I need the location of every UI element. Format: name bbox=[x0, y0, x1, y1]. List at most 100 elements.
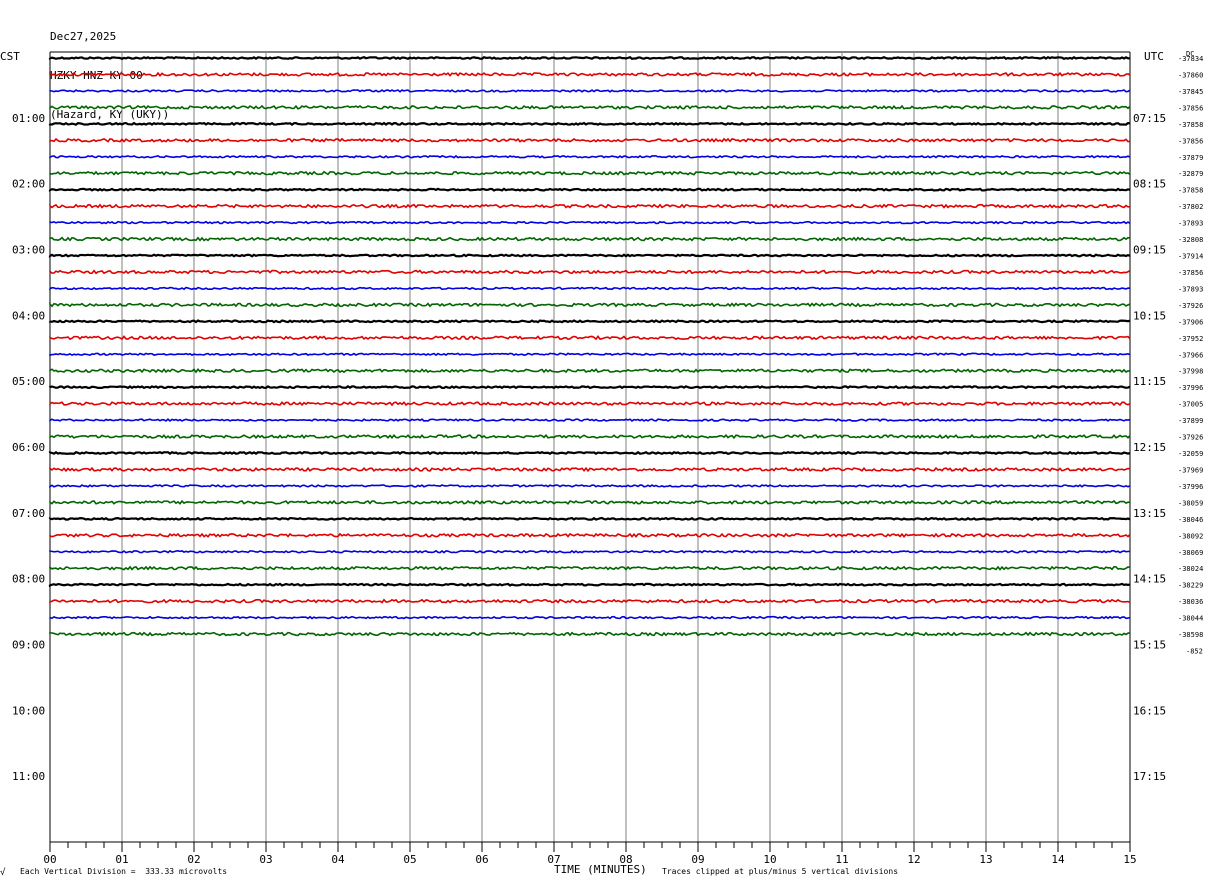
seismic-trace bbox=[49, 170, 1131, 176]
trace-offset-label: -37856 bbox=[1178, 104, 1203, 112]
seismic-trace bbox=[49, 466, 1131, 473]
left-hour-label: 05:00 bbox=[12, 375, 45, 388]
clip-note: Traces clipped at plus/minus 5 vertical … bbox=[662, 867, 899, 876]
seismic-trace bbox=[48, 516, 1131, 521]
left-hour-label: 02:00 bbox=[12, 178, 45, 191]
trace-offset-label: -38024 bbox=[1178, 565, 1203, 573]
x-tick-label: 02 bbox=[187, 853, 200, 866]
right-hour-label: 12:15 bbox=[1133, 441, 1166, 454]
x-tick-label: 10 bbox=[763, 853, 776, 866]
right-hour-label: 14:15 bbox=[1133, 573, 1166, 586]
trace-offset-label: -38598 bbox=[1178, 631, 1203, 639]
seismic-trace bbox=[49, 484, 1131, 489]
trace-offset-label: -37858 bbox=[1178, 187, 1203, 195]
seismic-trace bbox=[48, 121, 1131, 126]
left-hour-label: 10:00 bbox=[12, 704, 45, 717]
trace-offset-label: -37834 bbox=[1178, 55, 1203, 63]
trace-offset-label: -37906 bbox=[1178, 318, 1203, 326]
x-tick-label: 09 bbox=[691, 853, 704, 866]
right-hour-label: 13:15 bbox=[1133, 507, 1166, 520]
left-hour-label: 01:00 bbox=[12, 112, 45, 125]
trace-offset-label: -37996 bbox=[1178, 483, 1203, 491]
left-hour-label: 07:00 bbox=[12, 507, 45, 520]
x-tick-label: 00 bbox=[43, 853, 56, 866]
seismic-trace bbox=[49, 352, 1131, 357]
trace-offset-label: -852 bbox=[1186, 648, 1203, 656]
trace-offset-label: -38092 bbox=[1178, 532, 1203, 540]
seismic-trace bbox=[49, 368, 1131, 374]
seismic-trace bbox=[48, 253, 1131, 258]
seismic-trace bbox=[49, 565, 1131, 571]
left-hour-label: 09:00 bbox=[12, 639, 45, 652]
seismic-trace bbox=[48, 55, 1131, 61]
trace-offset-label: -37858 bbox=[1178, 121, 1203, 129]
x-tick-label: 12 bbox=[907, 853, 920, 866]
seismic-trace bbox=[49, 220, 1131, 225]
seismic-trace bbox=[48, 319, 1131, 324]
trace-offset-label: -37966 bbox=[1178, 351, 1203, 359]
seismic-trace bbox=[49, 236, 1131, 242]
trace-offset-label: -32059 bbox=[1178, 450, 1203, 458]
seismic-trace bbox=[49, 549, 1131, 554]
seismic-trace bbox=[49, 269, 1131, 275]
seismic-trace bbox=[49, 631, 1131, 637]
seismic-trace bbox=[48, 450, 1131, 456]
footer-mark: √ bbox=[0, 868, 6, 878]
seismic-trace bbox=[49, 499, 1131, 505]
seismic-trace bbox=[48, 187, 1131, 192]
trace-offset-label: -37926 bbox=[1178, 302, 1203, 310]
seismic-trace bbox=[49, 154, 1131, 159]
seismic-trace bbox=[48, 385, 1131, 390]
trace-offset-label: -37899 bbox=[1178, 417, 1203, 425]
trace-offset-label: -37879 bbox=[1178, 154, 1203, 162]
right-hour-label: 15:15 bbox=[1133, 639, 1166, 652]
trace-offset-label: -37969 bbox=[1178, 466, 1203, 474]
seismic-trace bbox=[48, 582, 1131, 588]
trace-offset-label: -37856 bbox=[1178, 269, 1203, 277]
trace-offset-label: -32808 bbox=[1178, 236, 1203, 244]
x-axis-title: TIME (MINUTES) bbox=[554, 863, 647, 876]
x-tick-label: 05 bbox=[403, 853, 416, 866]
x-tick-label: 14 bbox=[1051, 853, 1065, 866]
seismic-trace bbox=[49, 286, 1131, 291]
seismic-trace bbox=[49, 335, 1131, 341]
trace-offset-label: -37926 bbox=[1178, 434, 1203, 442]
trace-offset-label: -37860 bbox=[1178, 71, 1203, 79]
seismic-trace bbox=[49, 137, 1131, 143]
trace-offset-label: -37952 bbox=[1178, 335, 1203, 343]
trace-offset-label: -38046 bbox=[1178, 516, 1203, 524]
right-hour-label: 07:15 bbox=[1133, 112, 1166, 125]
seismic-trace bbox=[49, 71, 1131, 78]
x-tick-label: 04 bbox=[331, 853, 345, 866]
x-tick-label: 03 bbox=[259, 853, 272, 866]
x-tick-label: 13 bbox=[979, 853, 992, 866]
right-hour-label: 10:15 bbox=[1133, 309, 1166, 322]
trace-offset-label: -37845 bbox=[1178, 88, 1203, 96]
seismic-trace bbox=[49, 89, 1131, 93]
seismic-trace bbox=[49, 104, 1131, 110]
trace-offset-label: -37893 bbox=[1178, 220, 1203, 228]
seismic-trace bbox=[49, 433, 1131, 440]
trace-offset-label: -37914 bbox=[1178, 253, 1203, 261]
trace-offset-label: -32879 bbox=[1178, 170, 1203, 178]
trace-offset-label: -38059 bbox=[1178, 499, 1203, 507]
left-hour-label: 03:00 bbox=[12, 244, 45, 257]
right-hour-label: 09:15 bbox=[1133, 244, 1166, 257]
right-hour-label: 17:15 bbox=[1133, 770, 1166, 783]
left-hour-label: 08:00 bbox=[12, 573, 45, 586]
x-tick-label: 15 bbox=[1123, 853, 1136, 866]
trace-offset-label: -37802 bbox=[1178, 203, 1203, 211]
x-tick-label: 11 bbox=[835, 853, 848, 866]
seismic-trace bbox=[49, 615, 1131, 620]
seismic-trace bbox=[49, 418, 1131, 423]
seismic-trace bbox=[49, 532, 1131, 538]
seismic-trace bbox=[49, 301, 1131, 308]
seismic-trace bbox=[49, 203, 1131, 209]
trace-offset-label: -38069 bbox=[1178, 549, 1203, 557]
x-tick-label: 01 bbox=[115, 853, 128, 866]
left-hour-label: 04:00 bbox=[12, 309, 45, 322]
trace-offset-label: -37856 bbox=[1178, 137, 1203, 145]
trace-offset-label: -37996 bbox=[1178, 384, 1203, 392]
left-hour-label: 06:00 bbox=[12, 441, 45, 454]
x-tick-label: 06 bbox=[475, 853, 488, 866]
